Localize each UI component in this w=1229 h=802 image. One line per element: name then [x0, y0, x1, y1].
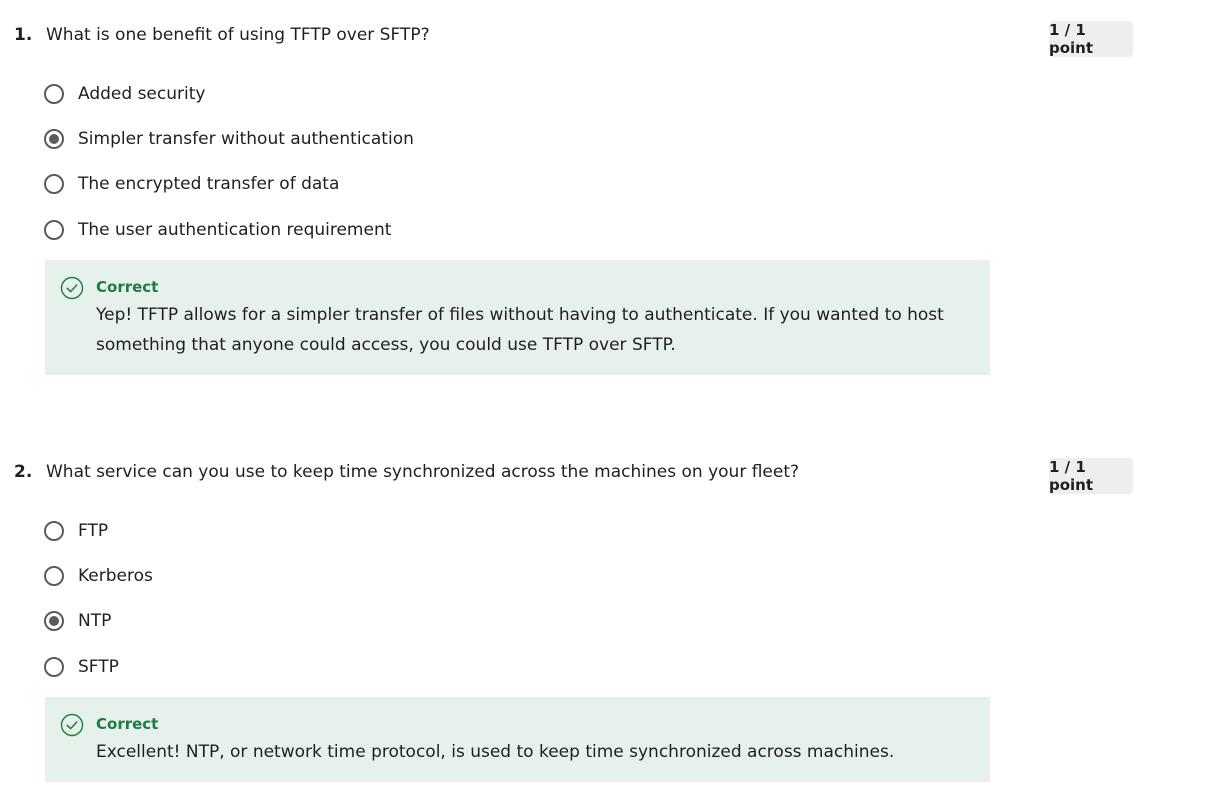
option-encrypted-transfer[interactable]: The encrypted transfer of data — [44, 171, 339, 197]
question-text: What service can you use to keep time sy… — [46, 462, 800, 482]
option-label: SFTP — [78, 657, 119, 677]
option-label: NTP — [78, 611, 112, 631]
points-badge: 1 / 1 point — [1049, 21, 1133, 57]
radio-button[interactable] — [44, 220, 64, 240]
option-added-security[interactable]: Added security — [44, 81, 205, 107]
feedback-text: Excellent! NTP, or network time protocol… — [96, 742, 895, 762]
radio-button[interactable] — [44, 566, 64, 586]
option-kerberos[interactable]: Kerberos — [44, 563, 153, 589]
option-simpler-transfer[interactable]: Simpler transfer without authentication — [44, 126, 414, 152]
option-ftp[interactable]: FTP — [44, 518, 108, 544]
option-label: The user authentication requirement — [78, 220, 392, 240]
points-badge: 1 / 1 point — [1049, 458, 1133, 494]
question-number: 1. — [14, 25, 33, 45]
question-text: What is one benefit of using TFTP over S… — [46, 25, 430, 45]
option-sftp[interactable]: SFTP — [44, 654, 119, 680]
option-label: FTP — [78, 521, 109, 541]
radio-button[interactable] — [44, 657, 64, 677]
check-circle-icon — [60, 276, 84, 300]
feedback-text: Yep! TFTP allows for a simpler transfer … — [96, 305, 944, 355]
feedback-panel: Correct Yep! TFTP allows for a simpler t… — [45, 260, 990, 375]
feedback-title: Correct — [96, 278, 159, 296]
option-label: Simpler transfer without authentication — [78, 129, 414, 149]
radio-button-selected[interactable] — [44, 611, 64, 631]
radio-button[interactable] — [44, 174, 64, 194]
feedback-title: Correct — [96, 715, 159, 733]
feedback-panel: Correct Excellent! NTP, or network time … — [45, 697, 990, 782]
option-label: The encrypted transfer of data — [78, 174, 340, 194]
radio-button[interactable] — [44, 521, 64, 541]
radio-button[interactable] — [44, 84, 64, 104]
radio-button-selected[interactable] — [44, 129, 64, 149]
option-ntp[interactable]: NTP — [44, 608, 111, 634]
question-number: 2. — [14, 462, 33, 482]
option-user-authentication[interactable]: The user authentication requirement — [44, 217, 391, 243]
option-label: Added security — [78, 84, 206, 104]
check-circle-icon — [60, 713, 84, 737]
option-label: Kerberos — [78, 566, 153, 586]
